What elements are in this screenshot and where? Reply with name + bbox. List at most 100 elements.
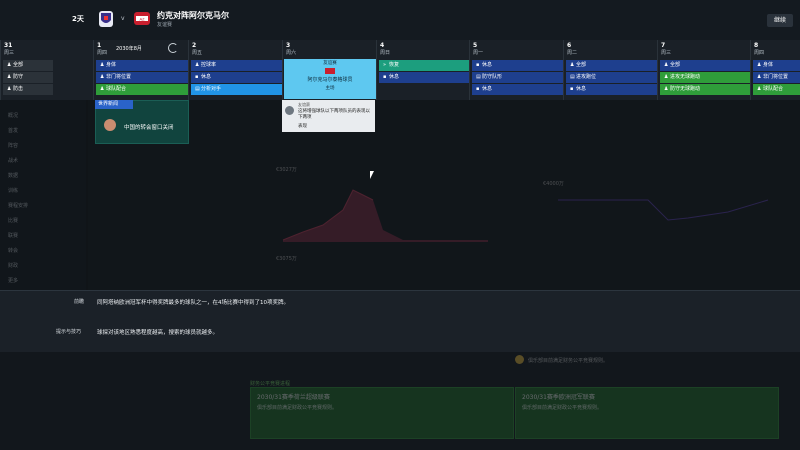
session-label: 球队配合 [106,86,127,92]
sidebar-item[interactable]: 战术 [8,157,18,164]
amount-label: €3075万 [276,256,297,262]
day-column[interactable]: 3 周六 友谊赛 阿尔克马尔泰格球员 主场 [282,40,377,100]
preview-label: 前瞻 [74,299,85,305]
session-item[interactable]: ♟ 球队配合 [753,84,800,95]
session-item[interactable]: ♟ 防守 [3,72,53,83]
session-label: 全部 [670,62,681,68]
session-item[interactable]: ♟ 防守无球跑动 [660,84,750,95]
day-column[interactable]: 31 周三 ♟ 全部 ♟ 防守 ♟ 防击 [0,40,94,100]
session-item[interactable]: ♟ 全部 [566,60,657,71]
day-column[interactable]: 7 周三 ♟ 全部 ♟ 进攻无球跑动 ♟ 防守无球跑动 [657,40,751,100]
sidebar-item[interactable]: 更多 [8,277,18,284]
opponent-crest-icon [325,68,335,74]
card-text: 俱乐部目前满足财政公平竞赛规则。 [522,405,603,411]
session-label: 休息 [482,62,493,68]
sidebar-item[interactable]: 首发 [8,127,18,134]
day-column[interactable]: 2 周五 ♟ 控球率 ▪ 休息 ▤分析对手 [188,40,283,100]
session-item[interactable]: ▪ 休息 [472,60,563,71]
session-item[interactable]: ▤防守队形 [472,72,563,83]
session-item[interactable]: ▪ 休息 [566,84,657,95]
session-label: 休息 [482,86,493,92]
session-label: 防守无球跑动 [670,86,701,92]
session-item[interactable]: » 恢复 [379,60,469,71]
day-number: 1 [97,42,102,49]
session-label: 恢复 [389,62,400,68]
session-item[interactable]: ▤分析对手 [191,84,282,95]
news-tag: 世界新闻 [95,100,133,109]
finance-section-title: 财务公平竞赛进程 [250,381,291,387]
sidebar-item[interactable]: 财政 [8,262,18,269]
sidebar-item[interactable]: 比赛 [8,217,18,224]
session-item[interactable]: ♟ 控球率 [191,60,282,71]
session-item[interactable]: ♟ 进攻无球跑动 [660,72,750,83]
day-name: 周三 [4,50,15,56]
session-label: 球队配合 [763,86,784,92]
sidebar-item[interactable]: 转会 [8,247,18,254]
session-label: 非门将位置 [106,74,132,80]
sidebar-item[interactable]: 阵容 [8,142,18,149]
session-item[interactable]: ▪ 休息 [191,72,282,83]
day-number: 8 [754,42,759,49]
session-label: 进攻跑位 [576,74,597,80]
day-name: 周四 [754,50,765,56]
vs-label: v [121,15,125,22]
sidebar: 概况 首发 阵容 战术 数据 训练 赛程安排 比赛 联赛 转会 财政 更多 [0,100,86,290]
avatar [285,106,294,115]
session-item[interactable]: ♟ 身体 [96,60,188,71]
away-crest-icon: AZ [134,12,150,25]
session-item[interactable]: ▪ 休息 [379,72,469,83]
session-label: 分析对手 [201,86,222,92]
finance-note: 俱乐部目前满足财务公平竞赛规则。 [528,358,609,364]
day-name: 周五 [192,50,203,56]
session-label: 身体 [763,62,774,68]
session-label: 非门将位置 [763,74,789,80]
fair-play-card[interactable]: 2030/31赛季荷兰超级联赛 俱乐部目前满足财政公平竞赛规则。 [250,387,514,439]
session-label: 全部 [13,62,24,68]
news-headline: 中国的转会窗口关闭 [124,125,174,131]
avatar [104,119,116,131]
day-name: 周日 [380,50,391,56]
day-name: 周四 [97,50,108,56]
session-item[interactable]: ♟ 防击 [3,84,53,95]
match-subtitle: 友谊赛 [157,22,173,28]
card-title: 2030/31赛季欧洲冠军联赛 [522,394,595,401]
mouse-cursor-icon [370,171,374,179]
day-column[interactable]: 4 周日 » 恢复 ▪ 休息 [376,40,470,100]
session-item[interactable]: ♟ 全部 [3,60,53,71]
fair-play-card[interactable]: 2030/31赛季欧洲冠军联赛 俱乐部目前满足财政公平竞赛规则。 [515,387,779,439]
match-venue: 主场 [325,86,335,91]
session-item[interactable]: ♟ 非门将位置 [753,72,800,83]
match-day-card[interactable]: 友谊赛 阿尔克马尔泰格球员 主场 [284,59,376,99]
session-item[interactable]: ♟ 身体 [753,60,800,71]
session-item[interactable]: ♟ 非门将位置 [96,72,188,83]
sidebar-item[interactable]: 联赛 [8,232,18,239]
day-column[interactable]: 8 周四 ♟ 身体 ♟ 非门将位置 ♟ 球队配合 [750,40,800,100]
sidebar-item[interactable]: 赛程安排 [8,202,28,209]
day-number: 3 [286,42,291,49]
sidebar-item[interactable]: 概况 [8,112,18,119]
session-item[interactable]: ♟ 球队配合 [96,84,188,95]
session-item[interactable]: ▪ 休息 [472,84,563,95]
match-title[interactable]: 约克对阵阿尔克马尔 [157,10,229,21]
preview-text: 同阿塔纳欧洲冠军杯中得奖牌最多的球队之一，在4场比赛中得到了10项奖牌。 [97,300,290,306]
tooltip-sub: 表现 [298,124,307,129]
day-column[interactable]: 1 周四 ♟ 身体 ♟ 非门将位置 ♟ 球队配合 [93,40,189,100]
card-title: 2030/31赛季荷兰超级联赛 [257,394,330,401]
day-column[interactable]: 6 周二 ♟ 全部 ▤进攻跑位 ▪ 休息 [563,40,658,100]
session-item[interactable]: ▤进攻跑位 [566,72,657,83]
tooltip: 友谊赛 这将增强球队以下两项队员的表现以下两项 表现 [282,100,375,132]
match-type: 友谊赛 [323,61,337,66]
top-bar [0,0,800,41]
sidebar-item[interactable]: 数据 [8,172,18,179]
day-name: 周三 [661,50,672,56]
session-item[interactable]: ♟ 全部 [660,60,750,71]
continue-button[interactable]: 继续 [767,14,793,27]
session-label: 防守 [13,74,24,80]
day-number: 6 [567,42,572,49]
day-number: 2 [192,42,197,49]
home-crest-icon [99,11,113,27]
amount-label: €3027万 [276,167,297,173]
sidebar-item[interactable]: 训练 [8,187,18,194]
day-column[interactable]: 5 周一 ▪ 休息 ▤防守队形 ▪ 休息 [469,40,564,100]
day-number: 4 [380,42,385,49]
